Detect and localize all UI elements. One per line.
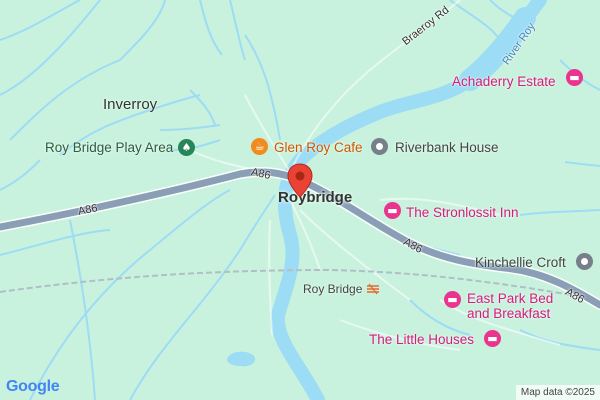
riverbank-house-label[interactable]: Riverbank House (395, 140, 499, 155)
google-logo-text: Google (6, 378, 60, 395)
roy-bridge-station-label[interactable]: Roy Bridge (303, 282, 362, 296)
cafe-icon[interactable]: ☕ (251, 138, 268, 155)
place-icon[interactable] (371, 138, 388, 155)
map-attribution[interactable]: Map data ©2025 (515, 385, 600, 400)
tree-icon[interactable]: ♠ (178, 139, 195, 156)
hotel-icon[interactable]: ▬ (484, 330, 501, 347)
glen-roy-cafe-label[interactable]: Glen Roy Cafe (274, 140, 363, 155)
hotel-icon[interactable]: ▬ (384, 202, 401, 219)
pond (226, 351, 256, 367)
little-houses-label[interactable]: The Little Houses (369, 332, 474, 347)
place-icon[interactable] (576, 253, 593, 270)
map-canvas[interactable]: A86 A86 A86 A86 Braeroy Rd River Roy Inv… (0, 0, 600, 400)
google-logo: Google (6, 378, 60, 396)
hotel-icon[interactable]: ▬ (566, 69, 583, 86)
east-park-label-line2[interactable]: and Breakfast (467, 306, 550, 321)
achaderry-estate-label[interactable]: Achaderry Estate (452, 74, 556, 89)
stronlossit-inn-label[interactable]: The Stronlossit Inn (406, 205, 519, 220)
train-icon[interactable] (366, 283, 380, 295)
kinchellie-croft-label[interactable]: Kinchellie Croft (475, 255, 566, 270)
hotel-icon[interactable]: ▬ (444, 291, 461, 308)
map-pin-icon[interactable] (287, 163, 313, 199)
roy-bridge-play-area-label[interactable]: Roy Bridge Play Area (45, 140, 173, 155)
east-park-label-line1[interactable]: East Park Bed (467, 291, 553, 306)
inverroy-label: Inverroy (103, 96, 158, 113)
